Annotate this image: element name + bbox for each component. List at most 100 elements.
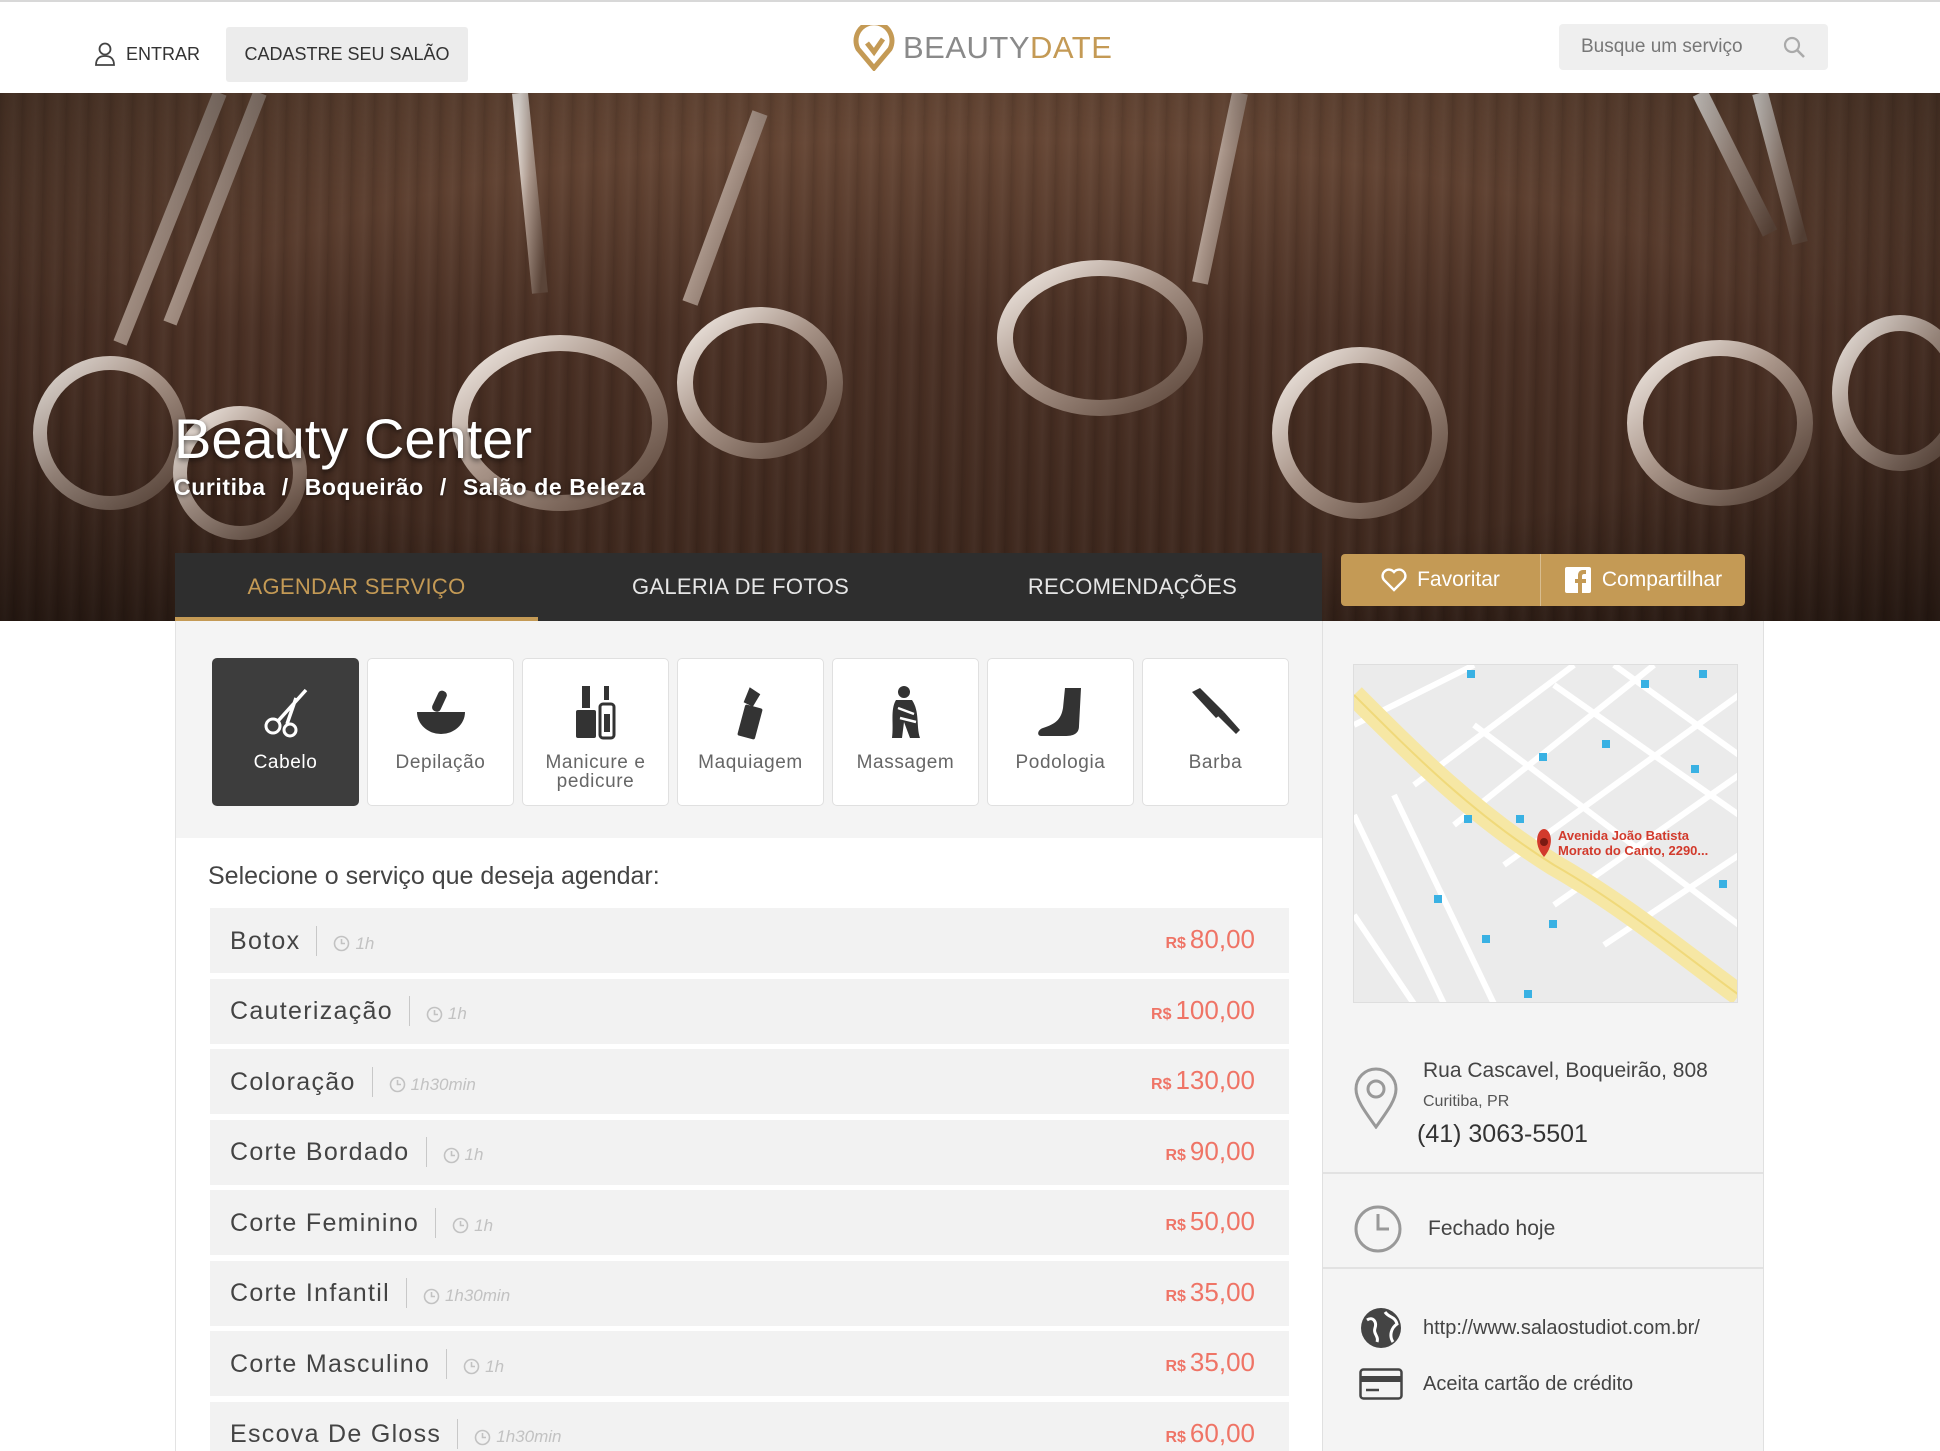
search-box[interactable] [1559,24,1828,70]
service-name: Coloração [230,1066,373,1097]
service-duration: 1h [443,1139,483,1165]
service-row[interactable]: Corte Feminino 1h R$ 50,00 [210,1190,1289,1255]
breadcrumb-category[interactable]: Salão de Beleza [463,474,646,501]
breadcrumb-separator: / [439,474,447,500]
service-row[interactable]: Corte Bordado 1h R$ 90,00 [210,1119,1289,1185]
logo-text: BEAUTYDATE [903,30,1113,65]
clock-icon [443,1147,459,1163]
user-icon [95,42,115,66]
heart-icon [1381,568,1407,592]
service-duration: 1h [426,998,467,1024]
service-price: R$ 60,00 [1165,1417,1255,1448]
clock-icon [389,1076,405,1093]
category-label: Podologia [1015,752,1106,773]
action-buttons: Favoritar Compartilhar [1341,554,1745,606]
clock-icon [334,935,350,952]
category-makeup[interactable]: Maquiagem [677,658,824,806]
category-waxing[interactable]: Depilação [367,658,514,806]
service-row[interactable]: Cauterização 1h R$ 100,00 [210,978,1289,1044]
top-header: ENTRAR CADASTRE SEU SALÃO BEAUTYDATE [0,0,1940,93]
service-row[interactable]: Corte Infantil 1h30min R$ 35,00 [210,1260,1289,1326]
service-price: R$ 100,00 [1151,994,1255,1025]
service-row[interactable]: Corte Masculino 1h R$ 35,00 [210,1331,1289,1396]
services-panel: Cabelo Depilação Manicure e pedicure Maq… [175,621,1323,1451]
category-podiatry[interactable]: Podologia [987,658,1134,806]
register-salon-button[interactable]: CADASTRE SEU SALÃO [226,27,468,82]
salon-name: Beauty Center [174,407,532,470]
favorite-label: Favoritar [1417,568,1500,591]
nail-polish-icon [566,681,626,743]
clock-icon [423,1288,440,1304]
map-address-label: Avenida João Batista Morato do Canto, 22… [1558,828,1709,858]
category-label: Depilação [395,752,486,773]
location-pin-icon [1354,1067,1398,1129]
service-row[interactable]: Botox 1h R$ 80,00 [210,908,1289,973]
category-hair[interactable]: Cabelo [212,658,359,806]
razor-icon [1186,681,1246,743]
breadcrumb-city[interactable]: Curitiba [174,474,266,501]
category-massage[interactable]: Massagem [832,658,979,806]
category-selector: Cabelo Depilação Manicure e pedicure Maq… [212,658,1289,806]
credit-card-icon [1359,1368,1403,1400]
service-name: Escova De Gloss [230,1419,459,1449]
salon-tabs: AGENDAR SERVIÇO GALERIA DE FOTOS RECOMEN… [175,553,1322,621]
share-button[interactable]: Compartilhar [1541,554,1745,606]
search-input[interactable] [1581,36,1771,58]
category-label: Barba [1188,752,1243,773]
service-duration: 1h [463,1351,504,1377]
service-name: Cauterização [230,996,410,1026]
clock-icon [463,1358,480,1375]
breadcrumb-neighborhood[interactable]: Boqueirão [305,474,424,501]
logo-pin-icon [853,25,895,71]
tab-photo-gallery[interactable]: GALERIA DE FOTOS [538,553,943,621]
divider [1323,1267,1763,1269]
login-link[interactable]: ENTRAR [94,40,200,68]
clock-icon [1354,1205,1402,1253]
category-label: Cabelo [253,752,318,773]
category-label: Manicure e pedicure [545,752,646,792]
scissors-background-image [0,93,1940,621]
search-icon[interactable] [1782,35,1806,59]
category-label: Maquiagem [698,752,803,773]
address-city: Curitiba, PR [1423,1093,1510,1110]
tab-schedule-service[interactable]: AGENDAR SERVIÇO [175,553,538,621]
clock-icon [452,1217,469,1234]
website-link[interactable]: http://www.salaostudiot.com.br/ [1423,1317,1700,1340]
clock-icon [474,1429,491,1445]
category-beard[interactable]: Barba [1142,658,1289,806]
service-duration: 1h30min [389,1069,476,1095]
service-row[interactable]: Coloração 1h30min R$ 130,00 [210,1049,1289,1114]
phone-number[interactable]: (41) 3063-5501 [1417,1120,1588,1149]
address-street: Rua Cascavel, Boqueirão, 808 [1423,1059,1708,1082]
lipstick-icon [721,681,781,743]
service-price: R$ 50,00 [1165,1206,1255,1236]
payment-info: Aceita cartão de crédito [1423,1372,1634,1395]
clock-icon [426,1006,443,1022]
hours-status: Fechado hoje [1428,1217,1556,1240]
service-price: R$ 35,00 [1165,1276,1255,1307]
services-title: Selecione o serviço que deseja agendar: [208,862,660,890]
tab-recommendations[interactable]: RECOMENDAÇÕES [943,553,1322,621]
service-list-area: Selecione o serviço que deseja agendar: … [176,838,1323,1451]
favorite-button[interactable]: Favoritar [1341,554,1541,606]
beautydate-logo[interactable]: BEAUTYDATE [853,24,1112,72]
service-duration: 1h30min [423,1280,510,1306]
category-label: Massagem [856,752,955,773]
share-label: Compartilhar [1601,568,1723,591]
service-row[interactable]: Escova De Gloss 1h30min R$ 60,00 [210,1401,1289,1451]
hero-banner: Beauty Center Curitiba / Boqueirão / Sal… [0,93,1940,621]
globe-icon [1361,1308,1401,1348]
login-label: ENTRAR [126,43,201,64]
service-name: Corte Bordado [230,1137,427,1167]
category-manicure[interactable]: Manicure e pedicure [522,658,669,806]
divider [1323,1172,1763,1174]
breadcrumb: Curitiba / Boqueirão / Salão de Beleza [174,474,646,501]
service-name: Corte Infantil [230,1278,407,1308]
service-price: R$ 130,00 [1151,1065,1255,1095]
opening-hours: Fechado hoje [1353,1199,1555,1259]
website-row: http://www.salaostudiot.com.br/ [1359,1306,1700,1350]
service-name: Corte Feminino [230,1207,437,1238]
salon-info-sidebar: Avenida João Batista Morato do Canto, 22… [1322,621,1764,1451]
service-duration: 1h [333,928,374,954]
location-map[interactable]: Avenida João Batista Morato do Canto, 22… [1353,664,1738,1003]
